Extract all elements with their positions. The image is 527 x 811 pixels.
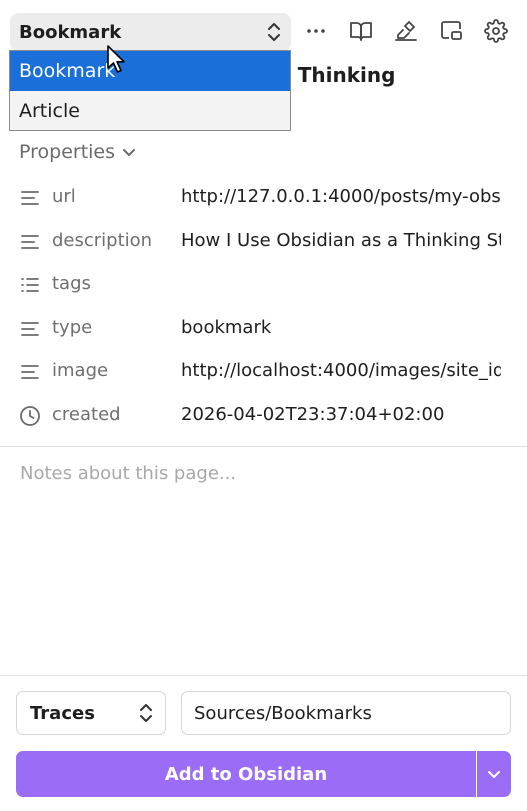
properties-header[interactable]: Properties <box>19 138 137 166</box>
path-input[interactable] <box>181 691 511 735</box>
vault-select-value: Traces <box>30 702 95 724</box>
property-name: type <box>52 317 93 338</box>
book-open-icon[interactable] <box>348 18 374 44</box>
vault-select[interactable]: Traces <box>16 691 166 735</box>
property-value[interactable]: How I Use Obsidian as a Thinking Stud <box>181 230 501 251</box>
property-name: description <box>52 230 153 251</box>
property-name: tags <box>52 273 91 294</box>
property-name: created <box>52 404 121 425</box>
text-lines-icon <box>21 322 39 336</box>
property-row-description[interactable]: description How I Use Obsidian as a Thin… <box>0 224 527 260</box>
property-name: url <box>52 186 76 207</box>
properties-header-label: Properties <box>19 141 116 163</box>
template-dropdown[interactable]: Bookmark Article <box>9 50 291 131</box>
notes-textarea[interactable]: Notes about this page... <box>20 463 236 484</box>
add-options-button[interactable] <box>477 751 511 797</box>
property-row-type[interactable]: type bookmark <box>0 311 527 347</box>
property-row-url[interactable]: url http://127.0.0.1:4000/posts/my-obsid <box>0 180 527 216</box>
divider <box>0 675 527 676</box>
list-icon <box>21 278 39 292</box>
highlighter-icon[interactable] <box>393 18 419 44</box>
property-name: image <box>52 360 109 381</box>
clock-icon <box>20 406 40 426</box>
property-row-created[interactable]: created 2026-04-02T23:37:04+02:00 <box>0 398 527 434</box>
property-value[interactable]: http://127.0.0.1:4000/posts/my-obsid <box>181 186 501 207</box>
text-lines-icon <box>21 365 39 379</box>
chevron-down-icon <box>123 149 136 156</box>
gear-icon[interactable] <box>483 18 509 44</box>
picture-in-picture-icon[interactable] <box>438 18 464 44</box>
more-horizontal-icon[interactable] <box>303 18 329 44</box>
text-lines-icon <box>21 191 39 205</box>
chevrons-up-down-icon <box>140 704 152 722</box>
divider <box>0 446 527 447</box>
chevron-down-icon <box>488 771 500 778</box>
mouse-cursor-icon <box>107 45 125 73</box>
add-to-obsidian-button[interactable]: Add to Obsidian <box>16 751 476 797</box>
dropdown-option-bookmark[interactable]: Bookmark <box>10 51 290 91</box>
text-lines-icon <box>21 235 39 249</box>
property-value[interactable]: http://localhost:4000/images/site_ide <box>181 360 501 381</box>
property-row-tags[interactable]: tags <box>0 267 527 303</box>
template-select[interactable]: Bookmark <box>10 13 291 51</box>
property-value[interactable]: bookmark <box>181 317 501 338</box>
dropdown-option-article[interactable]: Article <box>10 91 290 131</box>
property-value[interactable]: 2026-04-02T23:37:04+02:00 <box>181 404 501 425</box>
template-select-value: Bookmark <box>19 21 122 43</box>
property-row-image[interactable]: image http://localhost:4000/images/site_… <box>0 354 527 390</box>
chevrons-up-down-icon <box>268 23 280 41</box>
